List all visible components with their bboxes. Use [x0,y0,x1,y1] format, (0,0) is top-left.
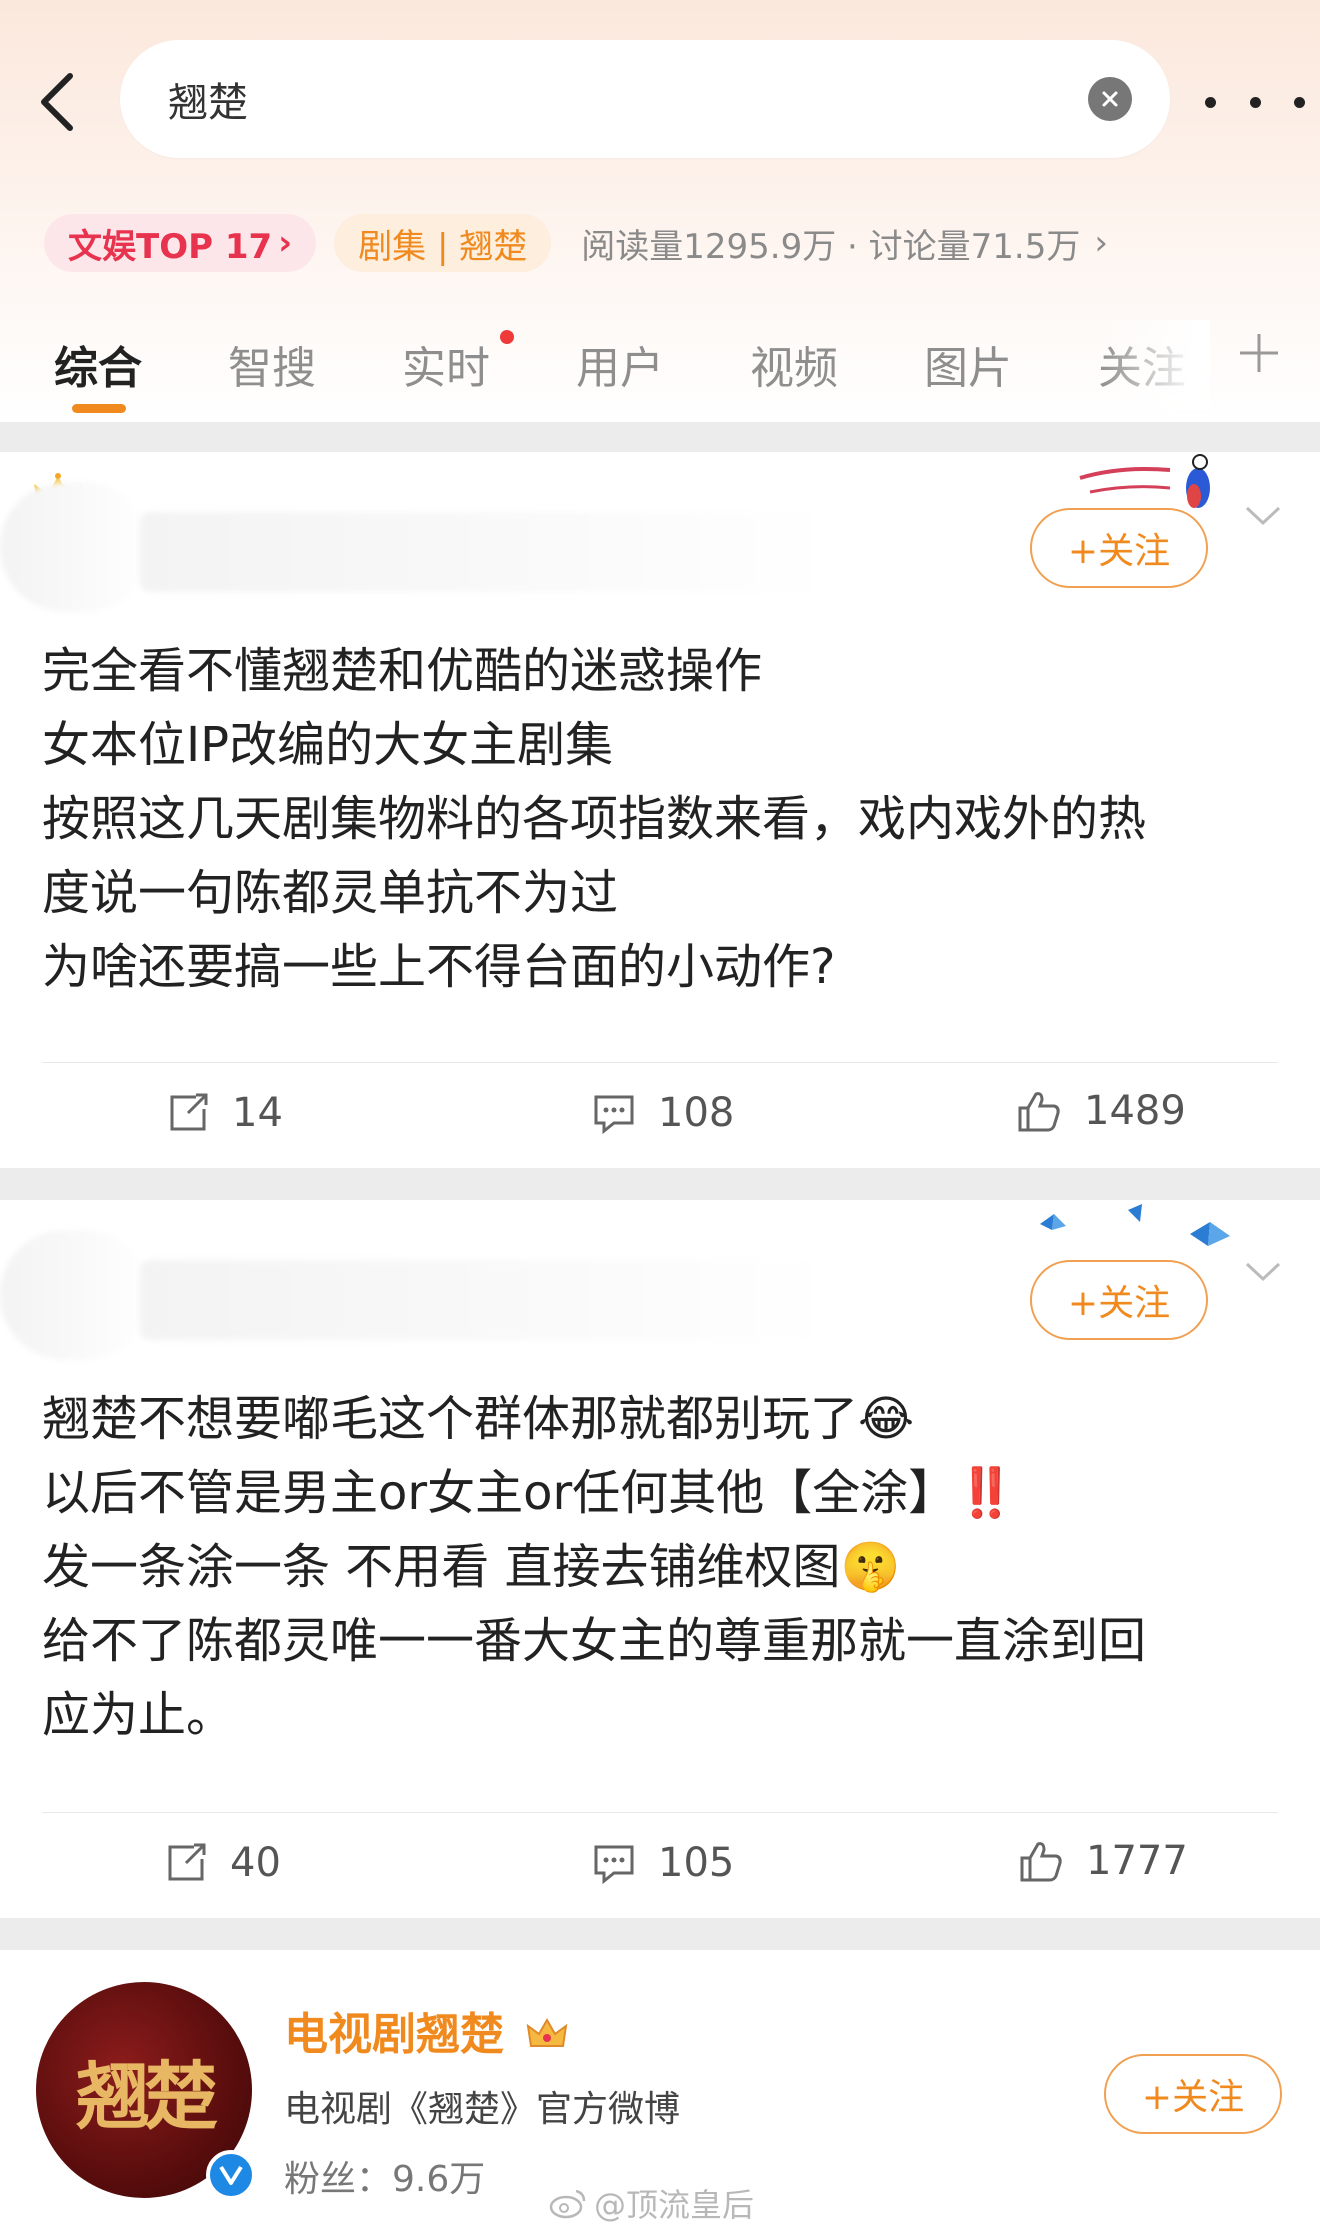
post-line: 发一条涂一条 不用看 直接去铺维权图🤫 [42,1539,901,1595]
author-name-blurred [140,1260,840,1340]
account-fans: 粉丝：9.6万 [284,2159,486,2200]
watermark: @顶流皇后 [548,2180,754,2226]
tab-fade-overlay [1100,320,1210,410]
search-query: 翘楚 [168,80,248,126]
back-button[interactable] [28,62,84,142]
comment-button[interactable]: 108 [592,1090,734,1136]
follow-label: +关注 [1067,1283,1171,1324]
author-avatar-blurred [0,1230,150,1360]
clear-search-button[interactable] [1088,77,1132,121]
account-name-text: 电视剧翘楚 [284,2009,504,2060]
comment-icon [594,1095,634,1135]
follow-label: +关注 [1067,531,1171,572]
more-dot-icon [1249,96,1261,108]
close-icon [1102,91,1118,107]
divider [42,1812,1278,1813]
repost-button[interactable]: 40 [164,1840,281,1886]
more-dot-icon [1294,96,1305,108]
avatar-logo-text: 翘楚 [76,2053,218,2140]
series-tag-label: 剧集 | 翘楚 [358,226,528,267]
search-input[interactable]: 翘楚 [120,40,1170,158]
repost-icon [170,1093,208,1131]
tab-smart-search[interactable]: 智搜 [228,332,316,396]
realtime-notification-dot [500,330,514,344]
like-count: 1489 [1084,1088,1186,1134]
series-tag[interactable]: 剧集 | 翘楚 [334,214,552,272]
comment-count: 105 [658,1840,735,1886]
post-line: 度说一句陈都灵单抗不为过 [42,865,619,921]
follow-account-button[interactable]: +关注 [1104,2054,1282,2134]
chevron-down-icon[interactable] [1243,1260,1283,1284]
tab-comprehensive[interactable]: 综合 [54,332,142,396]
post-line: 为啥还要搞一些上不得台面的小动作? [42,939,836,995]
author-avatar-blurred [0,482,150,612]
post-card: +关注 完全看不懂翘楚和优酷的迷惑操作 女本位IP改编的大女主剧集 按照这几天剧… [0,452,1320,1168]
chevron-right-icon: › [278,223,293,263]
follow-label: +关注 [1141,2077,1245,2118]
more-dot-icon [1205,96,1216,108]
repost-count: 14 [232,1090,283,1136]
comment-icon [594,1845,634,1885]
follow-button[interactable]: +关注 [1030,508,1208,588]
repost-button[interactable]: 14 [166,1090,283,1136]
watermark-text: @顶流皇后 [594,2186,755,2224]
like-count: 1777 [1086,1838,1188,1884]
tab-realtime[interactable]: 实时 [402,332,490,396]
follow-button[interactable]: +关注 [1030,1260,1208,1340]
chevron-down-icon[interactable] [1243,504,1283,528]
more-options-button[interactable] [1205,82,1305,122]
comment-button[interactable]: 105 [592,1840,734,1886]
post-line: 女本位IP改编的大女主剧集 [42,717,614,773]
chevron-right-icon: › [1094,223,1108,263]
rank-tag[interactable]: 文娱TOP 17 › [44,214,317,272]
like-button[interactable]: 1777 [1018,1838,1188,1884]
repost-icon [168,1843,206,1881]
repost-count: 40 [230,1840,281,1886]
post-line: 完全看不懂翘楚和优酷的迷惑操作 [42,643,763,699]
tab-users[interactable]: 用户 [576,332,664,396]
topic-stats[interactable]: 阅读量1295.9万 · 讨论量71.5万 › [581,219,1108,268]
rank-tag-label: 文娱TOP 17 [68,226,273,267]
post-body: 翘楚不想要嘟毛这个群体那就都别玩了😂 以后不管是男主or女主or任何其他【全涂】… [42,1382,1282,1752]
post-line: 翘楚不想要嘟毛这个群体那就都别玩了😂 [42,1391,915,1447]
weibo-logo-icon [549,2189,586,2219]
author-name-blurred [140,512,840,592]
post-line: 应为止。 [42,1687,235,1743]
tab-images[interactable]: 图片 [924,332,1012,396]
topic-stats-text: 阅读量1295.9万 · 讨论量71.5万 [581,226,1081,267]
plus-icon [1240,334,1278,372]
post-card: +关注 翘楚不想要嘟毛这个群体那就都别玩了😂 以后不管是男主or女主or任何其他… [0,1200,1320,1918]
post-line: 以后不管是男主or女主or任何其他【全涂】‼️ [42,1465,1016,1521]
account-name[interactable]: 电视剧翘楚 [284,1998,569,2063]
verified-badge-icon [206,2150,256,2200]
add-tab-button[interactable] [1236,330,1282,376]
divider [42,1062,1278,1063]
like-button[interactable]: 1489 [1016,1088,1186,1134]
topic-tags-row: 文娱TOP 17 › 剧集 | 翘楚 阅读量1295.9万 · 讨论量71.5万… [44,214,1108,272]
post-body: 完全看不懂翘楚和优酷的迷惑操作 女本位IP改编的大女主剧集 按照这几天剧集物料的… [42,634,1282,1004]
active-tab-indicator [72,404,126,413]
tab-video[interactable]: 视频 [750,332,838,396]
post-line: 给不了陈都灵唯一一番大女主的尊重那就一直涂到回 [42,1613,1147,1669]
account-description: 电视剧《翘楚》官方微博 [284,2089,681,2130]
post-line: 按照这几天剧集物料的各项指数来看，戏内戏外的热 [42,791,1147,847]
back-arrow-icon [41,73,73,131]
thumbs-up-icon [1020,1842,1062,1882]
crown-icon [525,2012,569,2063]
thumbs-up-icon [1018,1092,1060,1132]
comment-count: 108 [658,1090,735,1136]
